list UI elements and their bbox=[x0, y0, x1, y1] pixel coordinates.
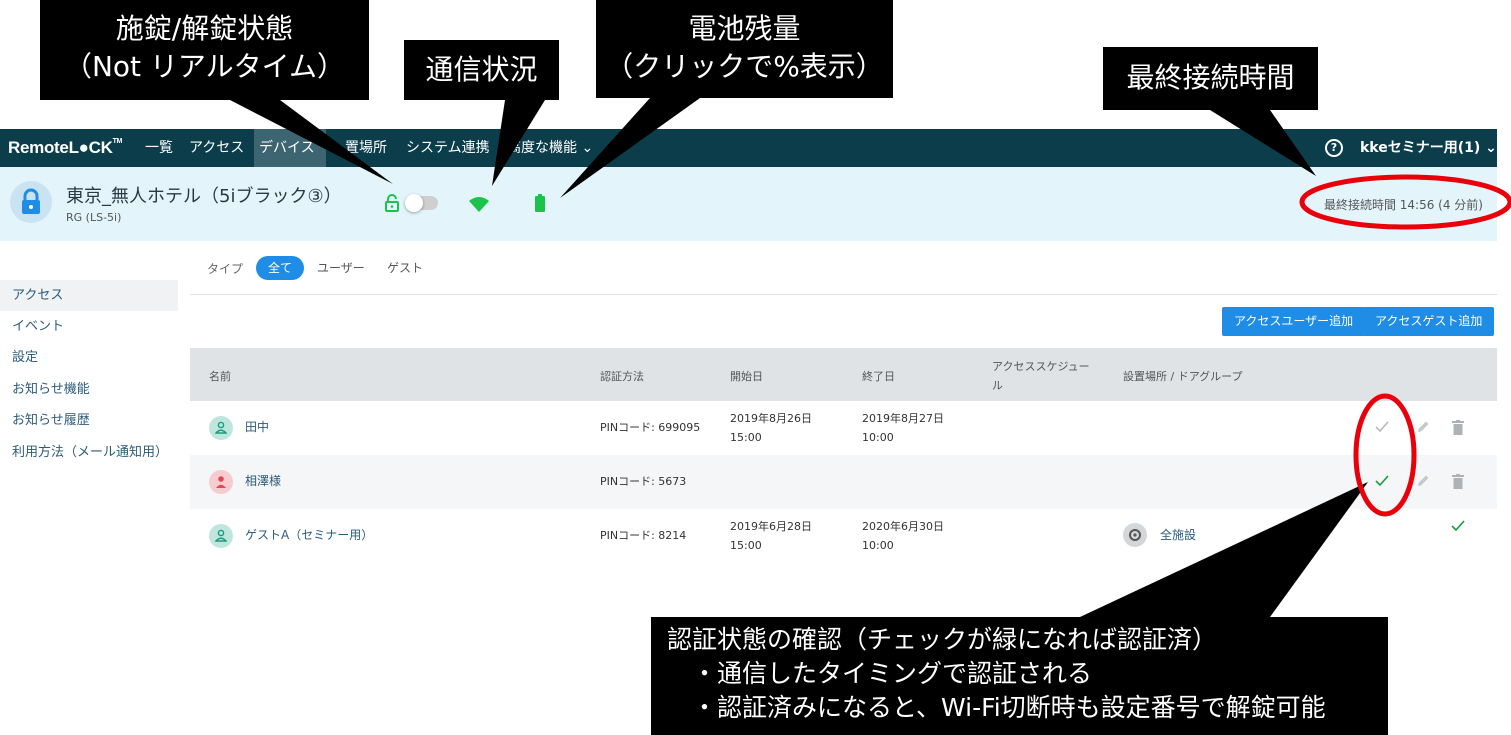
callout-pointer-battery bbox=[560, 98, 700, 198]
callout-comm-status: 通信状況 bbox=[404, 40, 559, 100]
callout-pointer-comm bbox=[492, 100, 545, 186]
callout-last-connection: 最終接続時間 bbox=[1103, 47, 1318, 110]
highlight-auth-check bbox=[1353, 393, 1417, 517]
callout-auth-check: 認証状態の確認（チェックが緑になれば認証済） ・通信したタイミングで認証される … bbox=[651, 617, 1388, 735]
callout-pointer-lastconn bbox=[1210, 110, 1316, 176]
callout-pointer-lock bbox=[230, 100, 393, 184]
highlight-last-connection bbox=[1299, 174, 1511, 230]
callout-lock-state: 施錠/解錠状態 （Not リアルタイム） bbox=[40, 0, 369, 100]
callout-battery: 電池残量 （クリックで%表示） bbox=[596, 0, 893, 98]
callout-pointer-auth bbox=[1080, 482, 1368, 617]
